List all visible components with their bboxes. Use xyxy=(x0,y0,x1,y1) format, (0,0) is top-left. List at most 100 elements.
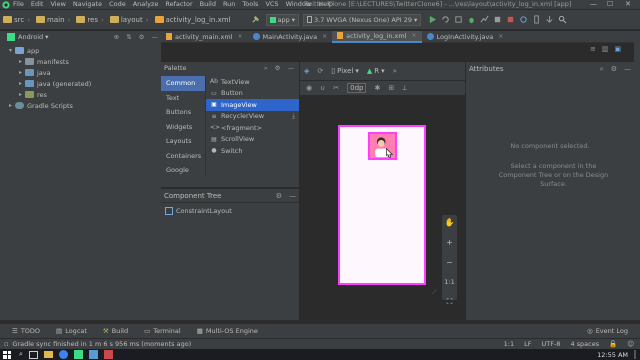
close-tab-icon[interactable]: × xyxy=(412,32,417,39)
caret-position[interactable]: 1:1 xyxy=(504,340,514,348)
lock-icon[interactable]: 🔓 xyxy=(609,340,617,348)
tab-activity-main-xml[interactable]: activity_main.xml × xyxy=(161,31,248,43)
toolwindow-multi-os-engine[interactable]: ▦ Multi-OS Engine xyxy=(197,327,258,335)
task-view-icon[interactable] xyxy=(28,350,38,359)
pan-hand-icon[interactable]: ✋ xyxy=(445,218,455,227)
avd-manager-icon[interactable] xyxy=(530,13,543,26)
menu-tools[interactable]: Tools xyxy=(242,0,258,9)
category-containers[interactable]: Containers xyxy=(161,149,205,164)
design-view-icon[interactable]: ▣ xyxy=(615,45,622,53)
more-icon[interactable]: » xyxy=(393,67,397,75)
file-encoding[interactable]: UTF-8 xyxy=(542,340,561,348)
breadcrumb-main[interactable]: main xyxy=(36,16,65,24)
file-explorer-icon[interactable] xyxy=(43,351,53,358)
sync-gradle-icon[interactable] xyxy=(517,13,530,26)
clear-constraints-icon[interactable]: ✂ xyxy=(333,84,339,92)
palette-item-switch[interactable]: ● Switch xyxy=(206,145,299,157)
breadcrumb-file[interactable]: activity_log_in.xml xyxy=(154,16,231,24)
zoom-to-fit-icon[interactable]: ⛶ xyxy=(447,297,453,307)
app-taskbar-icon[interactable] xyxy=(88,350,98,359)
collapse-arrow-icon[interactable]: ▸ xyxy=(16,80,25,87)
component-tree-root[interactable]: ConstraintLayout xyxy=(161,205,299,216)
hide-icon[interactable]: — xyxy=(289,192,296,200)
imageview-placeholder[interactable] xyxy=(368,132,397,160)
search-icon[interactable]: ⌕ xyxy=(600,65,604,74)
zoom-in-button[interactable]: + xyxy=(446,238,453,247)
gear-icon[interactable]: ⚙ xyxy=(275,64,281,73)
menu-file[interactable]: File xyxy=(13,0,24,9)
indent-setting[interactable]: 4 spaces xyxy=(570,340,599,348)
palette-item-textview[interactable]: Ab TextView xyxy=(206,76,299,88)
gear-icon[interactable]: ⚙ xyxy=(611,65,617,74)
category-buttons[interactable]: Buttons xyxy=(161,105,205,120)
zoom-out-button[interactable]: − xyxy=(446,258,453,267)
collapse-all-icon[interactable]: ⇅ xyxy=(126,33,131,41)
menu-view[interactable]: View xyxy=(50,0,65,9)
api-selector[interactable]: ▲ R ▾ xyxy=(367,67,385,75)
line-separator[interactable]: LF xyxy=(524,340,531,348)
search-icon[interactable]: ⌕ xyxy=(19,350,23,359)
view-options-icon[interactable]: ◉ xyxy=(306,84,312,92)
tree-item-java[interactable]: ▸ java xyxy=(6,67,161,78)
tree-item-app[interactable]: ▾ app xyxy=(6,45,161,56)
breadcrumb-src[interactable]: src xyxy=(3,16,24,24)
tab-activity-log-in-xml[interactable]: activity_log_in.xml × xyxy=(332,30,422,43)
category-common[interactable]: Common xyxy=(161,76,205,91)
palette-item-scrollview[interactable]: ▤ ScrollView xyxy=(206,134,299,146)
design-layer-icon[interactable]: ◈ xyxy=(304,67,309,75)
hide-icon[interactable]: — xyxy=(152,33,159,41)
menu-vcs[interactable]: VCS xyxy=(265,0,278,9)
search-everywhere-icon[interactable] xyxy=(556,13,569,26)
collapse-arrow-icon[interactable]: ▸ xyxy=(16,58,25,65)
infer-constraints-icon[interactable]: ✱ xyxy=(374,84,380,92)
stop-icon[interactable] xyxy=(504,13,517,26)
menu-refactor[interactable]: Refactor xyxy=(165,0,192,9)
breadcrumb-res[interactable]: res xyxy=(76,16,98,24)
gear-icon[interactable]: ⚙ xyxy=(276,192,282,200)
hide-icon[interactable]: — xyxy=(288,64,295,73)
clock[interactable]: 12:55 AM xyxy=(597,351,628,359)
tree-item-java-generated[interactable]: ▸ java (generated) xyxy=(6,78,161,89)
toolwindow-build[interactable]: ⚒ Build xyxy=(103,327,128,335)
menu-navigate[interactable]: Navigate xyxy=(73,0,102,9)
tree-item-manifests[interactable]: ▸ manifests xyxy=(6,56,161,67)
tab-mainactivity-java[interactable]: MainActivity.java × xyxy=(248,31,333,43)
breadcrumb-layout[interactable]: layout xyxy=(109,16,143,24)
device-preview[interactable] xyxy=(338,125,426,285)
close-tab-icon[interactable]: × xyxy=(238,33,243,40)
category-google[interactable]: Google xyxy=(161,163,205,178)
palette-item-button[interactable]: ▭ Button xyxy=(206,88,299,100)
palette-item-imageview[interactable]: ▣ ImageView xyxy=(206,99,299,111)
default-margin-button[interactable]: 0dp xyxy=(347,83,367,93)
tab-loginactivity-java[interactable]: LogInActivity.java × xyxy=(422,31,509,43)
category-widgets[interactable]: Widgets xyxy=(161,120,205,135)
menu-code[interactable]: Code xyxy=(109,0,126,9)
apply-code-changes-icon[interactable] xyxy=(452,13,465,26)
expand-arrow-icon[interactable]: ▾ xyxy=(6,47,15,54)
menu-analyze[interactable]: Analyze xyxy=(133,0,159,9)
sdk-manager-icon[interactable] xyxy=(543,13,556,26)
module-select[interactable]: app ▾ xyxy=(265,13,300,26)
collapse-arrow-icon[interactable]: ▸ xyxy=(16,69,25,76)
maximize-button[interactable]: ☐ xyxy=(607,0,613,9)
category-text[interactable]: Text xyxy=(161,91,205,106)
toolwindow-event-log[interactable]: ◎ Event Log xyxy=(587,327,628,335)
android-studio-taskbar-icon[interactable] xyxy=(73,350,83,359)
app-taskbar-icon[interactable] xyxy=(103,350,113,359)
collapse-arrow-icon[interactable]: ▸ xyxy=(16,91,25,98)
orientation-icon[interactable]: ⟳ xyxy=(317,67,323,75)
code-view-icon[interactable]: ≡ xyxy=(590,45,596,53)
toolwindow-todo[interactable]: ☰ TODO xyxy=(12,327,40,335)
search-icon[interactable]: ⌕ xyxy=(264,64,268,73)
run-icon[interactable] xyxy=(426,13,439,26)
menu-run[interactable]: Run xyxy=(223,0,235,9)
collapse-arrow-icon[interactable]: ▸ xyxy=(6,102,15,109)
palette-item-fragment[interactable]: <> <fragment> xyxy=(206,122,299,134)
debug-icon[interactable] xyxy=(465,13,478,26)
menu-build[interactable]: Build xyxy=(200,0,216,9)
gear-icon[interactable]: ⚙ xyxy=(139,33,145,41)
download-icon[interactable]: ⤓ xyxy=(292,112,295,121)
show-desktop-button[interactable] xyxy=(634,350,636,359)
split-view-icon[interactable]: ▥ xyxy=(602,45,609,53)
close-tab-icon[interactable]: × xyxy=(498,33,503,40)
